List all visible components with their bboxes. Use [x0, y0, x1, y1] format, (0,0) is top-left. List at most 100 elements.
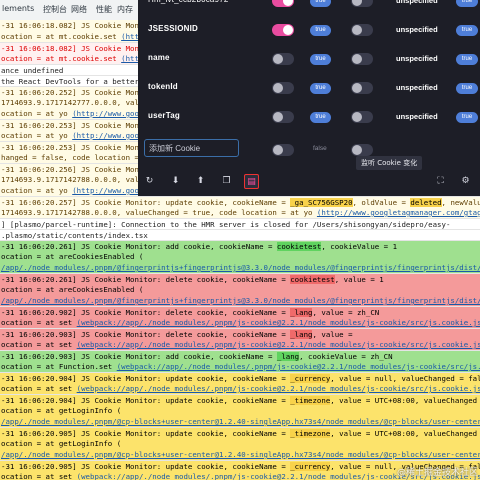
httponly-toggle[interactable]: [272, 24, 294, 36]
console-text: ocation = at yo: [1, 109, 73, 118]
console-line: /app/./node_modules/.pnpm/@cp-blocks+use…: [0, 449, 480, 460]
console-text: -31 16:06:20.904] JS Cookie Monitor: upd…: [1, 374, 291, 383]
monitor-tooltip: 监听 Cookie 变化: [356, 156, 423, 170]
console-text: ocation = at mt.cookie.set: [1, 54, 122, 63]
value-highlight: deleted: [410, 198, 442, 207]
cookie-name: userTag: [148, 111, 180, 120]
secure-pill[interactable]: true: [310, 54, 331, 65]
source-link[interactable]: (webpack://app/./node_modules/.pnpm/js-c…: [77, 384, 480, 393]
cookie-row: JSESSIONID true unspecified true: [138, 16, 480, 45]
refresh-icon[interactable]: ↻: [143, 174, 156, 187]
samesite-value[interactable]: unspecified: [396, 25, 438, 34]
tab-elements[interactable]: lements: [2, 4, 34, 13]
console-text: the React DevTools for a better de: [1, 77, 153, 86]
settings-icon[interactable]: ⚙: [459, 174, 472, 187]
console-text: -31 16:06:20.261] JS Cookie Monitor: del…: [1, 275, 291, 284]
console-text: -31 16:06:20.905] JS Cookie Monitor: upd…: [1, 429, 291, 438]
console-text: , oldValue =: [352, 198, 411, 207]
console-text: -31 16:06:20.903] JS Cookie Monitor: del…: [1, 330, 291, 339]
samesite-value[interactable]: unspecified: [396, 112, 438, 121]
console-line: -31 16:06:20.904] JS Cookie Monitor: upd…: [0, 394, 480, 405]
console-text: 1714693.9.1717142788.0.0.0, valueChanged…: [1, 208, 317, 217]
samesite-value[interactable]: unspecified: [396, 0, 438, 5]
tab-performance[interactable]: 性能: [96, 4, 112, 15]
console-text: ocation = at set: [1, 318, 77, 327]
session-toggle[interactable]: [351, 82, 373, 94]
source-link[interactable]: (htt: [121, 54, 139, 63]
cookie-name-highlight: cookietest: [276, 242, 322, 251]
console-line: ocation = at areCookiesEnabled (: [0, 284, 480, 295]
cookie-name-highlight: _ga_SC756GSP20: [290, 198, 353, 207]
session-toggle[interactable]: [351, 53, 373, 65]
cookie-name-highlight: _lang: [276, 352, 300, 361]
secure-pill[interactable]: true: [310, 112, 331, 123]
source-link[interactable]: (webpack://app/./node_modules/.pnpm/js-c…: [117, 362, 480, 371]
console-line: -31 16:06:20.261] JS Cookie Monitor: add…: [0, 240, 480, 251]
console-text: , value =: [312, 330, 353, 339]
secure-pill[interactable]: true: [310, 25, 331, 36]
console-text: , value = 1: [334, 275, 384, 284]
console-text: -31 16:06:20.905] JS Cookie Monitor: upd…: [1, 462, 291, 471]
session-toggle[interactable]: [351, 0, 373, 7]
fullscreen-icon[interactable]: ⛶: [434, 174, 447, 187]
add-cookie-toggle-2[interactable]: [351, 144, 373, 156]
source-link[interactable]: (webpack://app/./node_modules/.pnpm/js-c…: [77, 340, 480, 349]
export-icon[interactable]: ⬆: [194, 174, 207, 187]
partitioned-pill[interactable]: true: [456, 83, 478, 94]
httponly-toggle[interactable]: [272, 53, 294, 65]
watermark: @稀土掘金技术社区: [396, 468, 478, 478]
source-link[interactable]: /app/./node_modules/.pnpm/@cp-blocks+use…: [1, 450, 480, 459]
console-line: ocation = at set (webpack://app/./node_m…: [0, 339, 480, 350]
samesite-value[interactable]: unspecified: [396, 54, 438, 63]
cookie-name-highlight: _lang: [290, 330, 313, 339]
cookie-row: userTag true unspecified true: [138, 103, 480, 132]
console-line: ocation = at set (webpack://app/./node_m…: [0, 383, 480, 394]
add-cookie-input[interactable]: [144, 139, 239, 157]
source-link[interactable]: (webpack://app/./node_modules/.pnpm/js-c…: [77, 318, 480, 327]
console-text: -31 16:06:20.904] JS Cookie Monitor: upd…: [1, 396, 291, 405]
session-toggle[interactable]: [351, 24, 373, 36]
console-text: ocation = at getLoginInfo (: [1, 406, 122, 415]
cookie-popup: Hm_lvt_ccb2b0ca972trueunspecifiedtrueJSE…: [138, 0, 480, 196]
console-line: /app/./node_modules/.pnpm/@fingerprintjs…: [0, 295, 480, 306]
import-icon[interactable]: ⬇: [169, 174, 182, 187]
source-link[interactable]: /app/./node_modules/.pnpm/@cp-blocks+use…: [1, 417, 480, 426]
console-line: -31 16:06:20.905] JS Cookie Monitor: upd…: [0, 427, 480, 438]
console-text: , cookieValue = zh_CN: [299, 352, 393, 361]
cookie-row: Hm_lvt_ccb2b0ca972 true unspecified true: [138, 0, 480, 16]
source-link[interactable]: (htt: [121, 32, 139, 41]
console-line: -31 16:06:20.261] JS Cookie Monitor: del…: [0, 273, 480, 284]
tab-memory[interactable]: 内存: [117, 4, 133, 15]
partitioned-pill[interactable]: true: [456, 25, 478, 36]
monitor-icon[interactable]: ▤: [244, 174, 259, 189]
console-line: ] [plasmo/parcel-runtime]: Connection to…: [0, 218, 480, 229]
console-text: , value = UTC+08:00, valueChanged = fals…: [330, 429, 478, 438]
console-text: ocation = at mt.cookie.set: [1, 32, 122, 41]
httponly-toggle[interactable]: [272, 111, 294, 123]
secure-pill[interactable]: true: [310, 83, 331, 94]
copy-icon[interactable]: ❐: [220, 174, 233, 187]
source-link[interactable]: /app/./node_modules/.pnpm/@fingerprintjs…: [1, 263, 480, 272]
cookie-name-highlight: _timezone: [290, 396, 331, 405]
add-cookie-toggle[interactable]: [272, 144, 294, 156]
console-line: /app/./node_modules/.pnpm/@cp-blocks+use…: [0, 416, 480, 427]
source-link[interactable]: /app/./node_modules/.pnpm/@fingerprintjs…: [1, 296, 480, 305]
httponly-toggle[interactable]: [272, 0, 294, 7]
console-text: -31 16:06:20.257] JS Cookie Monitor: upd…: [1, 198, 291, 207]
samesite-value[interactable]: unspecified: [396, 83, 438, 92]
console-text: , value = UTC+08:00, valueChanged = fals…: [330, 396, 478, 405]
console-text: ocation = at areCookiesEnabled (: [1, 285, 144, 294]
session-toggle[interactable]: [351, 111, 373, 123]
console-text: ocation = at set: [1, 384, 77, 393]
partitioned-pill[interactable]: true: [456, 54, 478, 65]
partitioned-pill[interactable]: true: [456, 0, 478, 7]
console-text: ocation = at getLoginInfo (: [1, 439, 122, 448]
console-line: .plasmo/static/contents/index.tsx: [0, 229, 480, 240]
tab-network[interactable]: 网络: [71, 4, 87, 15]
tab-console[interactable]: 控制台: [43, 4, 67, 15]
console-text: -31 16:06:20.261] JS Cookie Monitor: add…: [1, 242, 277, 251]
httponly-toggle[interactable]: [272, 82, 294, 94]
partitioned-pill[interactable]: true: [456, 112, 478, 123]
source-link[interactable]: (http://www.googletagmanager.com/gtag/js…: [317, 208, 480, 217]
secure-pill[interactable]: true: [310, 0, 331, 7]
